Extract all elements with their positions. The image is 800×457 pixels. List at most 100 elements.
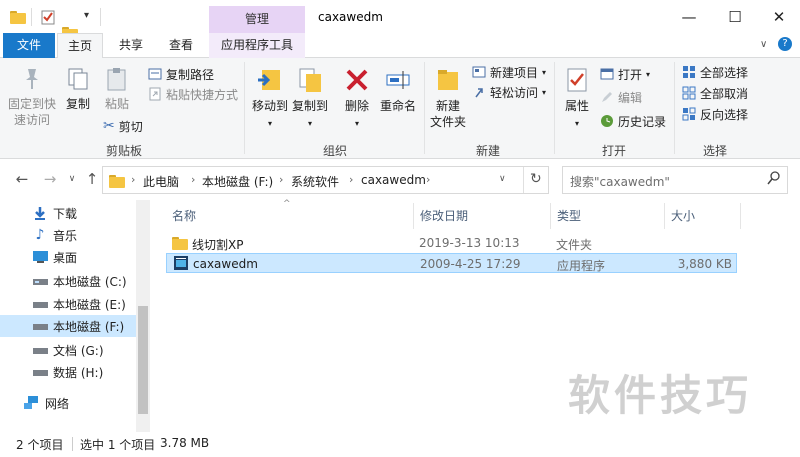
pin-label-2: 速访问 — [13, 113, 50, 127]
select-all-label: 全部选择 — [700, 65, 749, 80]
nav-item-drive-g[interactable]: 文档 (G:) — [0, 339, 138, 361]
column-divider[interactable] — [664, 203, 665, 229]
properties-button[interactable]: 属性 ▾ — [560, 66, 594, 132]
select-all-button[interactable]: 全部选择 — [682, 62, 748, 82]
history-button[interactable]: 历史记录 — [600, 111, 666, 131]
recent-locations-icon[interactable]: ∨ — [62, 174, 82, 184]
rename-button[interactable]: 重命名 — [378, 66, 418, 114]
new-item-icon — [472, 66, 486, 78]
download-icon — [32, 206, 48, 220]
table-row[interactable]: 线切割XP 2019-3-13 10:13 文件夹 — [166, 233, 737, 253]
copy-path-icon — [148, 68, 162, 80]
nav-scrollbar-thumb[interactable] — [138, 306, 148, 414]
desktop-icon — [32, 250, 48, 264]
column-divider[interactable] — [740, 203, 741, 229]
breadcrumb-drive-f[interactable]: 本地磁盘 (F:) — [202, 173, 273, 190]
help-icon[interactable]: ? — [778, 37, 792, 51]
copy-path-button[interactable]: 复制路径 — [148, 64, 214, 84]
nav-item-music[interactable]: ♪ 音乐 — [0, 224, 138, 246]
nav-item-desktop[interactable]: 桌面 — [0, 246, 138, 268]
breadcrumb-system-software[interactable]: 系统软件 — [291, 173, 339, 190]
properties-quick-icon[interactable] — [40, 9, 56, 25]
minimize-button[interactable]: — — [666, 0, 712, 33]
paste-icon — [107, 68, 126, 91]
refresh-icon[interactable]: ↻ — [530, 171, 542, 187]
open-button[interactable]: 打开 ▾ — [600, 64, 650, 84]
window-title: caxawedm — [318, 10, 383, 24]
group-label-clipboard: 剪贴板 — [105, 144, 142, 158]
customize-quick-access-icon[interactable]: ▾ — [84, 10, 89, 21]
new-item-button[interactable]: 新建项目 ▾ — [472, 62, 546, 82]
cut-button[interactable]: ✂ 剪切 — [103, 116, 143, 136]
paste-button[interactable]: 粘贴 — [101, 66, 133, 112]
copy-to-button[interactable]: 复制到 ▾ — [290, 66, 330, 132]
edit-button[interactable]: 编辑 — [600, 87, 642, 107]
easy-access-button[interactable]: 轻松访问 ▾ — [472, 82, 546, 102]
table-row[interactable]: caxawedm 2009-4-25 17:29 应用程序 3,880 KB — [166, 253, 737, 273]
breadcrumb-separator: › — [279, 173, 284, 186]
nav-item-drive-h[interactable]: 数据 (H:) — [0, 361, 138, 383]
select-none-button[interactable]: 全部取消 — [682, 83, 748, 103]
tab-share[interactable]: 共享 — [110, 33, 152, 58]
nav-item-drive-e[interactable]: 本地磁盘 (E:) — [0, 293, 138, 315]
rename-label: 重命名 — [379, 99, 416, 113]
search-box[interactable]: 搜索"caxawedm" — [562, 166, 788, 194]
breadcrumb-separator: › — [349, 173, 354, 186]
nav-label: 音乐 — [53, 228, 78, 243]
column-divider[interactable] — [413, 203, 414, 229]
breadcrumb-caxawedm[interactable]: caxawedm — [361, 173, 426, 187]
maximize-button[interactable]: ☐ — [712, 0, 758, 33]
drive-icon — [32, 274, 48, 288]
invert-selection-button[interactable]: 反向选择 — [682, 104, 748, 124]
breadcrumb-separator: › — [426, 173, 431, 186]
move-to-button[interactable]: 移动到 ▾ — [250, 66, 290, 132]
forward-arrow-icon[interactable]: → — [40, 170, 60, 188]
file-name: caxawedm — [193, 257, 258, 271]
nav-item-network[interactable]: 网络 — [0, 392, 138, 414]
status-size: 3.78 MB — [160, 436, 210, 450]
dropdown-arrow-icon: ▾ — [574, 119, 579, 128]
nav-label: 本地磁盘 (E:) — [53, 297, 126, 312]
easy-access-icon — [475, 88, 483, 98]
column-header-type[interactable]: 类型 — [557, 207, 581, 224]
delete-button[interactable]: 删除 ▾ — [340, 66, 374, 132]
paste-shortcut-button[interactable]: 粘贴快捷方式 — [148, 84, 238, 104]
column-header-name[interactable]: 名称 — [172, 207, 196, 224]
nav-item-downloads[interactable]: 下载 — [0, 202, 138, 224]
divider — [72, 437, 73, 451]
new-folder-icon — [438, 70, 458, 90]
search-icon[interactable] — [767, 170, 783, 188]
address-bar[interactable]: › 此电脑 › 本地磁盘 (F:) › 系统软件 › caxawedm › ∨ … — [102, 166, 549, 194]
copy-button[interactable]: 复制 — [62, 66, 94, 112]
new-folder-label-2: 文件夹 — [429, 115, 466, 129]
move-to-label: 移动到 — [251, 99, 288, 113]
paste-label: 粘贴 — [104, 97, 129, 111]
delete-icon — [346, 69, 368, 91]
tab-app-tools[interactable]: 应用程序工具 — [209, 33, 305, 58]
tab-file[interactable]: 文件 — [3, 33, 55, 58]
nav-item-drive-f[interactable]: 本地磁盘 (F:) — [0, 315, 138, 337]
properties-icon — [567, 68, 587, 92]
nav-label: 网络 — [45, 396, 70, 411]
collapse-ribbon-icon[interactable]: ∨ — [760, 39, 767, 50]
back-arrow-icon[interactable]: ← — [12, 170, 32, 188]
new-folder-button[interactable]: 新建 文件夹 — [428, 66, 468, 130]
up-arrow-icon[interactable]: ↑ — [82, 170, 102, 188]
column-divider[interactable] — [550, 203, 551, 229]
column-header-size[interactable]: 大小 — [671, 207, 695, 224]
group-divider — [674, 62, 675, 154]
search-placeholder: 搜索"caxawedm" — [570, 175, 670, 189]
column-header-date[interactable]: 修改日期 — [420, 207, 468, 224]
tab-view[interactable]: 查看 — [160, 33, 202, 58]
address-history-icon[interactable]: ∨ — [499, 174, 506, 184]
group-divider — [424, 62, 425, 154]
breadcrumb-this-pc[interactable]: 此电脑 — [143, 173, 179, 190]
rename-icon — [386, 71, 410, 89]
drive-icon — [32, 319, 48, 333]
nav-item-drive-c[interactable]: 本地磁盘 (C:) — [0, 270, 138, 292]
tab-home[interactable]: 主页 — [57, 33, 103, 59]
context-tab-manage[interactable]: 管理 — [209, 6, 305, 35]
close-button[interactable]: ✕ — [756, 0, 800, 33]
pin-quick-access-button[interactable]: 固定到快 速访问 — [6, 66, 58, 128]
file-size: 3,880 KB — [677, 257, 732, 271]
